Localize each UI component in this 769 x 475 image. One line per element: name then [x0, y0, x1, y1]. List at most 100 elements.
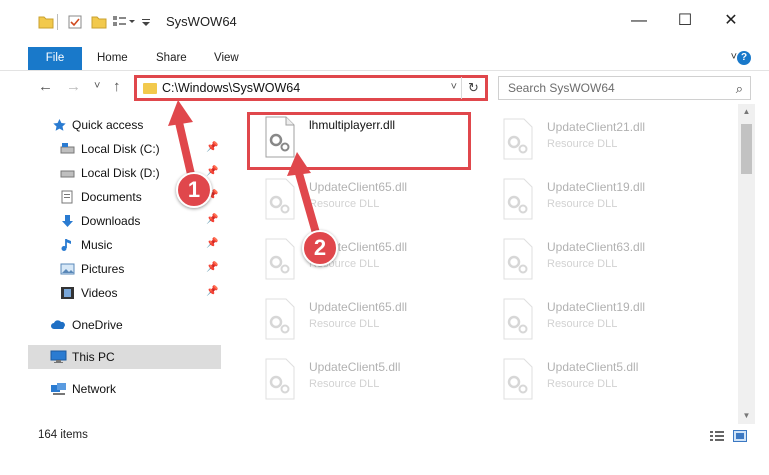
step-1-callout: 1 — [176, 172, 212, 208]
folder-icon — [38, 14, 54, 30]
new-folder-icon[interactable] — [91, 14, 107, 30]
file-name: UpdateClient5.dll — [547, 360, 639, 374]
file-item[interactable]: UpdateClient65.dll Resource DLL — [244, 170, 474, 224]
file-item[interactable]: UpdateClient65.dll Resource DLL — [244, 290, 474, 344]
documents-icon — [60, 190, 75, 204]
dropdown-icon[interactable] — [140, 14, 156, 30]
network-icon — [50, 382, 66, 396]
sidebar-item-music[interactable]: Music 📌 — [28, 233, 221, 257]
scroll-up-icon[interactable]: ▲ — [738, 104, 755, 120]
file-name: UpdateClient63.dll — [547, 240, 646, 254]
tab-home[interactable]: Home — [97, 47, 128, 70]
tiles-view-icon[interactable] — [733, 430, 747, 442]
drive-icon — [60, 142, 75, 156]
search-input[interactable]: Search SysWOW64 ⌕ — [498, 76, 751, 100]
file-item[interactable]: UpdateClient5.dll Resource DLL — [244, 350, 474, 404]
pin-icon[interactable]: 📌 — [206, 286, 218, 297]
window-title: SysWOW64 — [166, 14, 237, 29]
pin-icon[interactable]: 📌 — [206, 214, 218, 225]
pin-icon[interactable]: 📌 — [206, 166, 218, 177]
sidebar-item-this-pc[interactable]: This PC — [28, 345, 221, 369]
file-type: Resource DLL — [309, 198, 380, 210]
file-item[interactable]: UpdateClient5.dll Resource DLL — [482, 350, 712, 404]
pictures-icon — [60, 262, 75, 276]
file-name: UpdateClient65.dll — [309, 180, 408, 194]
step-2-callout: 2 — [302, 230, 338, 266]
customize-toolbar-icon[interactable] — [112, 14, 135, 30]
sidebar-item-label: Downloads — [81, 214, 141, 228]
sidebar-item-videos[interactable]: Videos 📌 — [28, 281, 221, 305]
minimize-button[interactable]: — — [616, 10, 662, 32]
pin-icon[interactable]: 📌 — [206, 142, 218, 153]
title-bar: SysWOW64 — ☐ ✕ — [0, 0, 769, 40]
navigation-pane: Quick access Local Disk (C:) 📌 Local Dis… — [28, 108, 221, 424]
sidebar-item-label: Network — [72, 382, 117, 396]
maximize-button[interactable]: ☐ — [662, 10, 708, 32]
dll-file-icon — [262, 238, 298, 280]
sidebar-item-label: Quick access — [72, 118, 144, 132]
dll-file-icon — [262, 358, 298, 400]
file-item[interactable]: UpdateClient19.dll Resource DLL — [482, 170, 712, 224]
search-placeholder: Search SysWOW64 — [508, 81, 615, 95]
sidebar-item-label: Local Disk (D:) — [81, 166, 160, 180]
sidebar-item-onedrive[interactable]: OneDrive — [28, 313, 221, 337]
sidebar-item-label: Local Disk (C:) — [81, 142, 160, 156]
refresh-button[interactable]: ↻ — [461, 77, 485, 99]
close-button[interactable]: ✕ — [708, 10, 754, 32]
pin-icon[interactable]: 📌 — [206, 262, 218, 273]
file-type: Resource DLL — [309, 318, 380, 330]
scroll-down-icon[interactable]: ▼ — [738, 408, 755, 424]
details-view-icon[interactable] — [710, 430, 724, 442]
dll-file-icon — [262, 178, 298, 220]
properties-icon[interactable] — [67, 14, 83, 30]
file-highlight-box — [247, 112, 471, 170]
back-button[interactable]: ← — [38, 78, 53, 95]
music-icon — [60, 238, 75, 252]
sidebar-item-label: This PC — [72, 350, 115, 364]
address-path[interactable]: C:\Windows\SysWOW64 — [162, 81, 300, 95]
search-icon: ⌕ — [735, 81, 743, 96]
file-type: Resource DLL — [309, 378, 380, 390]
folder-icon — [143, 83, 157, 94]
dll-file-icon — [500, 238, 536, 280]
file-item[interactable]: UpdateClient19.dll Resource DLL — [482, 290, 712, 344]
dll-file-icon — [262, 298, 298, 340]
sidebar-item-pictures[interactable]: Pictures 📌 — [28, 257, 221, 281]
forward-button[interactable]: → — [66, 78, 81, 95]
pin-icon[interactable]: 📌 — [206, 238, 218, 249]
file-item[interactable]: UpdateClient65.dll Resource DLL — [244, 230, 474, 284]
sidebar-item-label: Pictures — [81, 262, 125, 276]
address-bar[interactable]: C:\Windows\SysWOW64 ˅ ↻ — [134, 75, 488, 101]
scroll-thumb[interactable] — [741, 124, 752, 174]
file-type: Resource DLL — [547, 378, 618, 390]
help-icon[interactable]: ? — [737, 51, 751, 65]
dll-file-icon — [500, 358, 536, 400]
tab-file[interactable]: File — [28, 47, 82, 70]
item-count: 164 items — [38, 429, 88, 441]
sidebar-item-quick-access[interactable]: Quick access — [28, 113, 221, 137]
downloads-icon — [60, 214, 75, 228]
drive-icon — [60, 166, 75, 180]
tab-share[interactable]: Share — [156, 47, 187, 70]
file-name: UpdateClient65.dll — [309, 300, 408, 314]
up-button[interactable]: ↑ — [113, 78, 121, 95]
dll-file-icon — [500, 298, 536, 340]
navigation-bar: ← → ˅ ↑ C:\Windows\SysWOW64 ˅ ↻ Search S… — [0, 73, 769, 103]
dll-file-icon — [500, 118, 536, 160]
sidebar-item-label: Documents — [81, 190, 142, 204]
sidebar-item-label: Music — [81, 238, 113, 252]
chevron-down-icon[interactable]: ˅ — [451, 81, 457, 93]
sidebar-item-local-disk-c[interactable]: Local Disk (C:) 📌 — [28, 137, 221, 161]
videos-icon — [60, 286, 75, 300]
file-type: Resource DLL — [547, 138, 618, 150]
tab-view[interactable]: View — [214, 47, 239, 70]
cloud-icon — [50, 318, 65, 332]
sidebar-item-downloads[interactable]: Downloads 📌 — [28, 209, 221, 233]
file-item[interactable]: UpdateClient21.dll Resource DLL — [482, 110, 712, 164]
recent-locations-button[interactable]: ˅ — [94, 80, 100, 92]
vertical-scrollbar[interactable]: ▲ ▼ — [738, 104, 755, 424]
file-name: UpdateClient21.dll — [547, 120, 646, 134]
ribbon-tabs: File Home Share View ˅ ? — [0, 47, 769, 71]
file-item[interactable]: UpdateClient63.dll Resource DLL — [482, 230, 712, 284]
sidebar-item-network[interactable]: Network — [28, 377, 221, 401]
